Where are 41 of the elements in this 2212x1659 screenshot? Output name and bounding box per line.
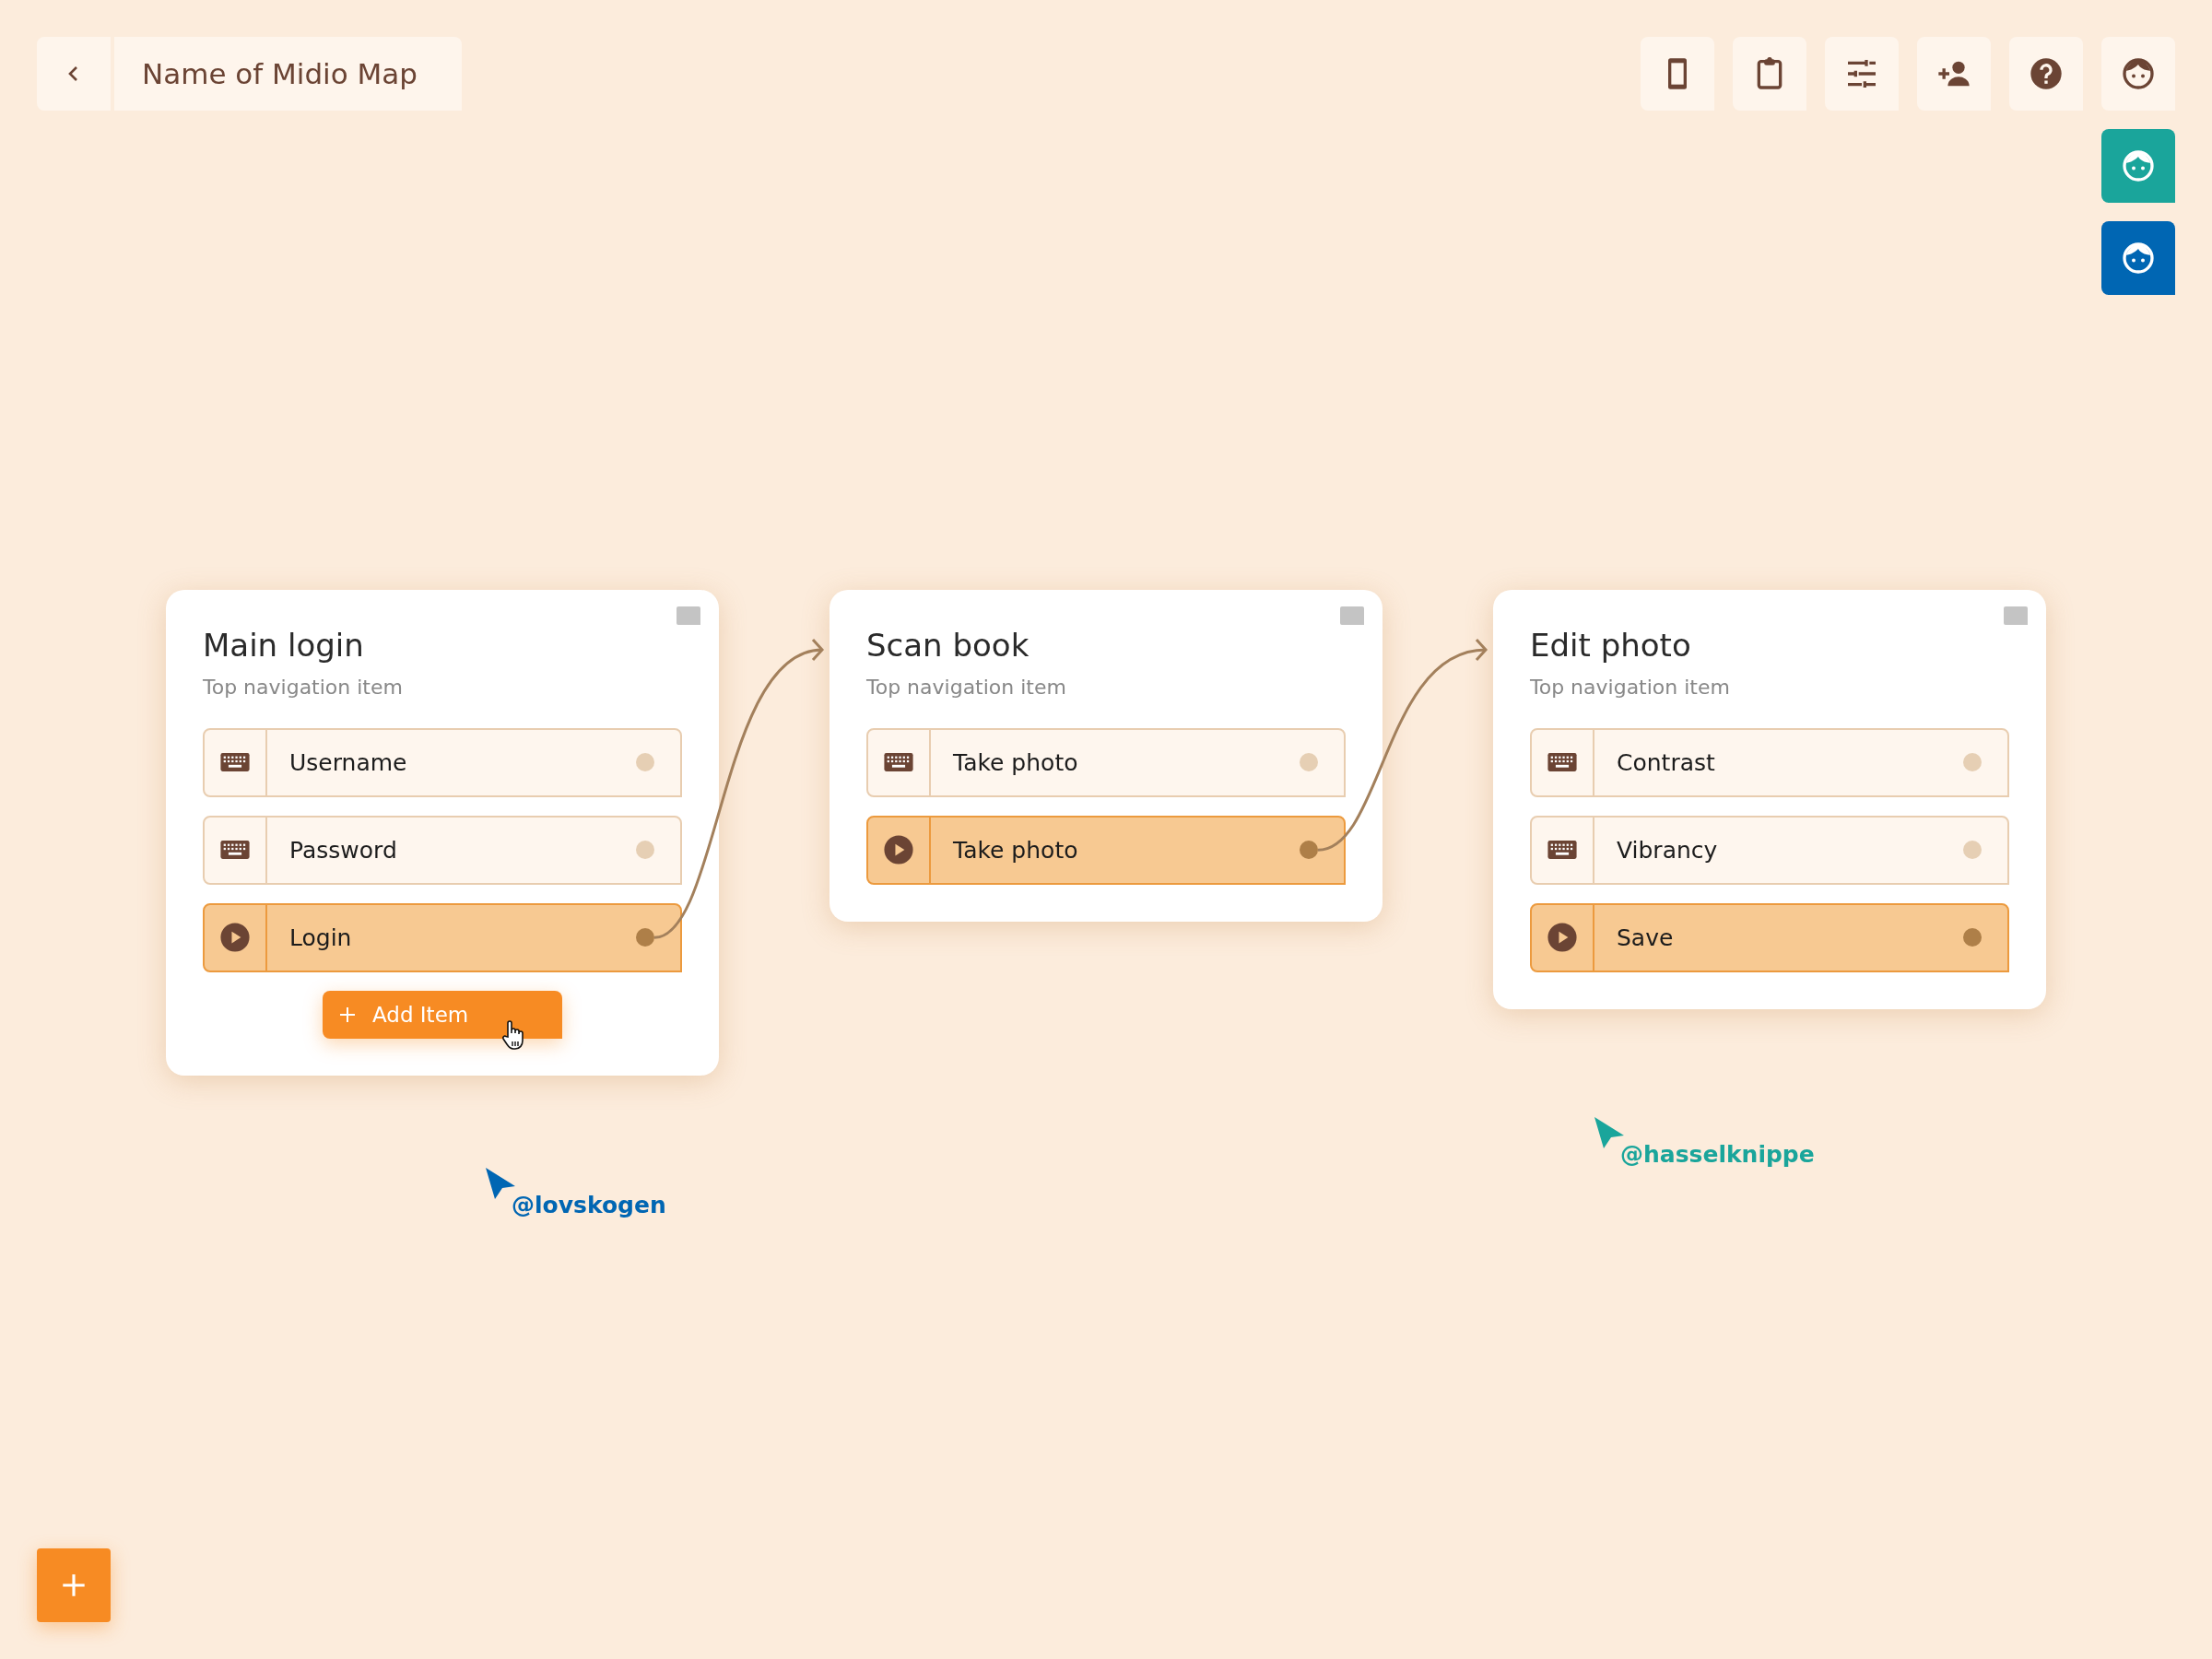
avatar-button[interactable]: [2101, 129, 2175, 203]
user-handle: @lovskogen: [512, 1192, 666, 1218]
input-row[interactable]: Password: [203, 815, 682, 885]
toolbar-button[interactable]: [2009, 37, 2083, 111]
play-icon: [219, 922, 251, 954]
face-icon: [2120, 240, 2157, 276]
avatar-button[interactable]: [2101, 221, 2175, 295]
add-button[interactable]: [37, 1548, 111, 1622]
play-icon: [1547, 922, 1578, 954]
connector-dot[interactable]: [1300, 753, 1318, 772]
connector-dot[interactable]: [1963, 928, 1982, 947]
help-icon: [2028, 55, 2065, 92]
card-title: Edit photo: [1530, 627, 1692, 665]
input-row[interactable]: Username: [203, 727, 682, 797]
toolbar-button[interactable]: [1825, 37, 1899, 111]
card-title: Main login: [203, 627, 365, 665]
connector-dot[interactable]: [1963, 841, 1982, 860]
connector-dot[interactable]: [1963, 753, 1982, 772]
toolbar-button[interactable]: [1917, 37, 1991, 111]
connector-dot[interactable]: [1300, 841, 1318, 860]
toolbar-button[interactable]: [1641, 37, 1714, 111]
card-subtitle: Top navigation item: [866, 675, 1067, 699]
toolbar-button[interactable]: [1733, 37, 1806, 111]
user-handle: @hasselknippe: [1620, 1141, 1815, 1168]
face-icon: [2120, 55, 2157, 92]
input-row[interactable]: Vibrancy: [1530, 815, 2009, 885]
action-row[interactable]: Take photo: [866, 815, 1346, 885]
map-title[interactable]: Name of Midio Map: [114, 37, 462, 111]
connector-dot[interactable]: [636, 841, 654, 860]
card-subtitle: Top navigation item: [203, 675, 404, 699]
input-row[interactable]: Take photo: [866, 727, 1346, 797]
card-subtitle: Top navigation item: [1530, 675, 1731, 699]
face-icon: [2120, 147, 2157, 184]
card-title: Scan book: [866, 627, 1030, 665]
action-row[interactable]: Login: [203, 902, 682, 972]
input-row[interactable]: Contrast: [1530, 727, 2009, 797]
connector-dot[interactable]: [636, 753, 654, 772]
action-row[interactable]: Save: [1530, 902, 2009, 972]
connector-dot[interactable]: [636, 928, 654, 947]
toolbar-button[interactable]: [2101, 37, 2175, 111]
play-icon: [883, 834, 914, 866]
